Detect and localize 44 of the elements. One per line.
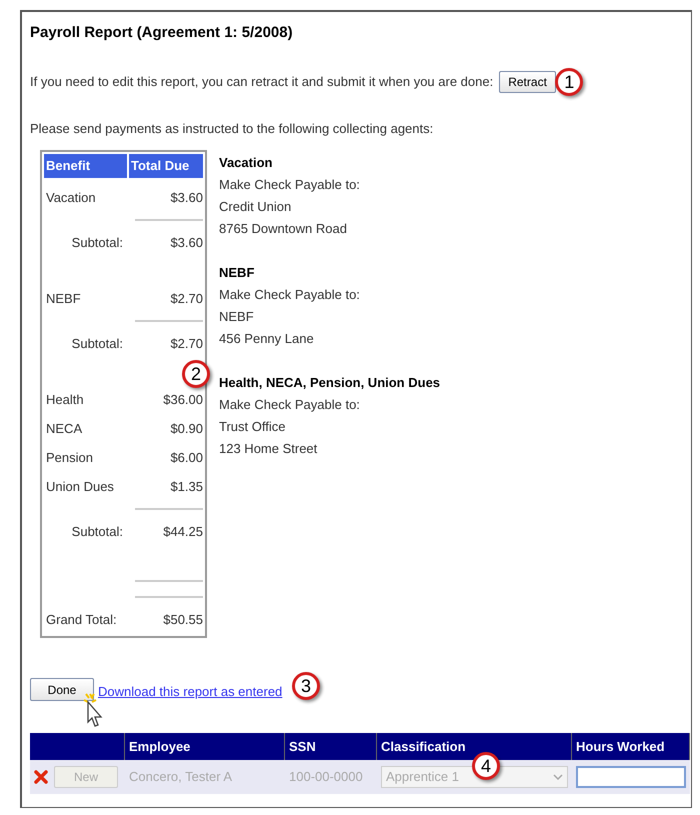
download-link[interactable]: Download this report as entered bbox=[98, 682, 282, 701]
agent-name: Health, NECA, Pension, Union Dues bbox=[219, 374, 440, 392]
amount-cell-text: $44.25 bbox=[162, 522, 203, 541]
column-header: Total Due bbox=[129, 154, 203, 178]
benefit-label: Grand Total: bbox=[45, 610, 118, 629]
chevron-down-icon bbox=[553, 774, 563, 780]
agent-name: NEBF bbox=[219, 264, 256, 282]
retract-button[interactable]: Retract bbox=[499, 70, 556, 92]
benefit-label: Subtotal: bbox=[70, 522, 124, 541]
benefit-label: Union Dues bbox=[45, 478, 115, 496]
agent-detail: Trust Office bbox=[219, 418, 286, 436]
benefit-label: Pension bbox=[45, 448, 94, 467]
report-title: Payroll Report (Agreement 1: 5/2008) bbox=[30, 23, 294, 43]
amount-cell-text: $0.90 bbox=[169, 420, 203, 438]
benefit-label: NECA bbox=[45, 420, 84, 438]
amount-cell-text: $2.70 bbox=[169, 290, 203, 308]
amount-cell-text: $3.60 bbox=[169, 234, 203, 252]
agent-detail: Make Check Payable to: bbox=[219, 286, 361, 304]
done-button[interactable]: Done bbox=[30, 678, 94, 701]
benefit-label: Vacation bbox=[45, 188, 97, 207]
agent-name: Vacation bbox=[219, 154, 274, 172]
agent-detail: Make Check Payable to: bbox=[219, 396, 361, 414]
benefit-label: Subtotal: bbox=[70, 334, 124, 353]
retract-instruction: If you need to edit this report, you can retract it and submit it when you are done: bbox=[30, 72, 494, 91]
benefit-label: NEBF bbox=[45, 290, 82, 308]
agent-detail: 8765 Downtown Road bbox=[219, 220, 348, 238]
amount-cell-text: $50.55 bbox=[162, 610, 203, 629]
agent-detail: 456 Penny Lane bbox=[219, 330, 315, 348]
callout-badge: 1 bbox=[555, 68, 584, 96]
amount-cell-text: $36.00 bbox=[162, 390, 203, 409]
agent-detail: 123 Home Street bbox=[219, 440, 318, 458]
amount-cell-text: $3.60 bbox=[169, 188, 203, 207]
agent-detail: Make Check Payable to: bbox=[219, 176, 361, 194]
ssn-cell-text: 100-00-0000 bbox=[288, 768, 364, 786]
amount-cell-text: $6.00 bbox=[169, 448, 203, 467]
agent-detail: Credit Union bbox=[219, 198, 292, 216]
benefit-label: Subtotal: bbox=[70, 234, 124, 252]
payment-instruction: Please send payments as instructed to the following collecting agents: bbox=[30, 120, 434, 138]
employee-cell-text: Concero, Tester A bbox=[128, 768, 234, 786]
amount-cell-text: $1.35 bbox=[169, 478, 203, 496]
amount-cell-text: $2.70 bbox=[169, 334, 203, 353]
benefit-label: Health bbox=[45, 390, 85, 409]
column-header: Benefit bbox=[44, 154, 127, 178]
agent-detail: NEBF bbox=[219, 308, 255, 326]
